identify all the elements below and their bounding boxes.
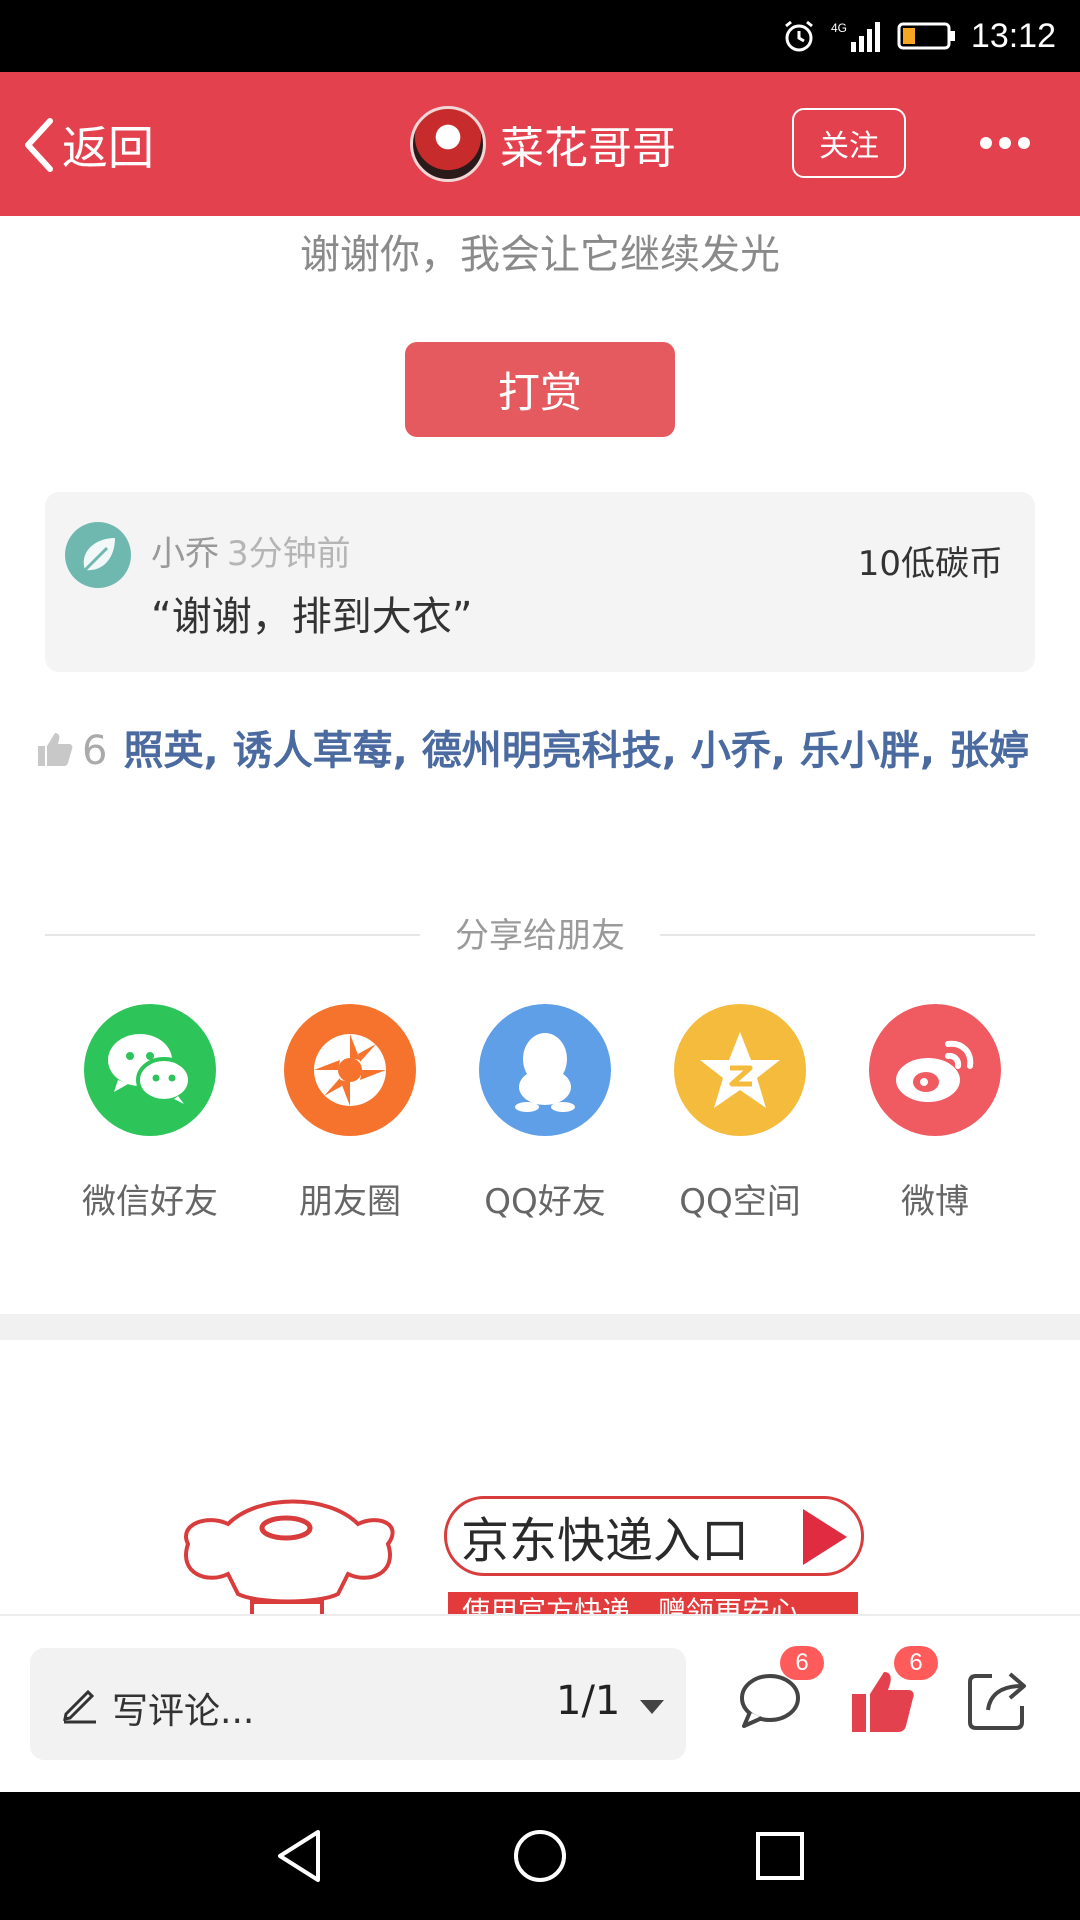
nav-home-icon[interactable]: [510, 1826, 570, 1886]
ad-banner[interactable]: 京东快递入口 使用官方快递，赠领更安心: [0, 1340, 1080, 1614]
comment-input[interactable]: 写评论... 1/1: [30, 1648, 686, 1760]
system-nav-bar: [0, 1792, 1080, 1920]
share-weibo-button[interactable]: 微博: [835, 1004, 1035, 1223]
reward-thanks-text: 谢谢你，我会让它继续发光: [300, 232, 780, 278]
ad-cta[interactable]: 京东快递入口: [444, 1496, 864, 1576]
pencil-icon: [63, 1689, 96, 1724]
more-dot: [980, 137, 992, 149]
thumbs-up-icon: [38, 733, 73, 766]
qq-icon[interactable]: [479, 1004, 611, 1136]
caret-down-icon[interactable]: [640, 1700, 664, 1714]
reward-button[interactable]: 打赏: [405, 342, 675, 437]
share-label: 朋友圈: [299, 1182, 401, 1222]
share-label: QQ空间: [679, 1182, 801, 1222]
share-options: 微信好友 朋友圈 QQ好友 QQ空间 微博: [0, 1004, 1080, 1244]
status-icons: 4G 13:12: [781, 0, 1056, 72]
more-dot: [999, 137, 1011, 149]
clock: 13:12: [970, 16, 1056, 55]
nav-recents-icon[interactable]: [750, 1826, 810, 1886]
more-options-icon[interactable]: [980, 134, 1030, 152]
share-title-text: 分享给朋友: [435, 916, 645, 956]
author-name[interactable]: 菜花哥哥: [500, 112, 676, 176]
author-avatar[interactable]: [410, 106, 486, 182]
likers-names[interactable]: 照英, 诱人草莓, 德州明亮科技, 小乔, 乐小胖, 张婷: [123, 728, 1029, 774]
more-dot: [1018, 137, 1030, 149]
likes-list: 6 照英, 诱人草莓, 德州明亮科技, 小乔, 乐小胖, 张婷: [36, 720, 1046, 782]
battery-icon: [897, 22, 955, 50]
weibo-icon[interactable]: [869, 1004, 1001, 1136]
share-label: QQ好友: [484, 1182, 606, 1222]
bottom-action-bar: 写评论... 1/1 6 6: [0, 1614, 1080, 1792]
jd-mascot-icon: [184, 1499, 395, 1614]
status-bar: 4G 13:12: [0, 0, 1080, 72]
share-title: 分享给朋友: [45, 908, 1035, 957]
moments-icon[interactable]: [284, 1004, 416, 1136]
comments-button[interactable]: 6: [734, 1646, 824, 1736]
play-arrow-icon: [803, 1509, 847, 1565]
share-qzone-button[interactable]: QQ空间: [640, 1004, 840, 1223]
ad-subtitle: 使用官方快递，赠领更安心: [448, 1592, 858, 1614]
back-button[interactable]: 返回: [20, 112, 154, 178]
chevron-left-icon: [25, 118, 53, 172]
qzone-icon[interactable]: [674, 1004, 806, 1136]
section-separator: [0, 1314, 1080, 1340]
like-count-badge: 6: [894, 1646, 938, 1680]
signal-icon: 4G: [831, 21, 880, 52]
rewarder-avatar[interactable]: [65, 522, 131, 588]
reward-amount: 10低碳币: [857, 544, 1003, 584]
reward-message: “谢谢，排到大衣”: [151, 594, 473, 640]
share-moments-button[interactable]: 朋友圈: [250, 1004, 450, 1223]
share-icon: [968, 1672, 1026, 1730]
share-wechat-button[interactable]: 微信好友: [50, 1004, 250, 1223]
network-label: 4G: [831, 21, 847, 35]
comment-placeholder: 写评论...: [112, 1691, 255, 1732]
back-label: 返回: [62, 121, 154, 175]
share-label: 微信好友: [82, 1182, 218, 1222]
top-bar: 返回 菜花哥哥 关注: [0, 72, 1080, 216]
reward-time: 3分钟前: [227, 534, 351, 574]
page-indicator[interactable]: 1/1: [556, 1678, 620, 1724]
like-count: 6: [82, 728, 108, 774]
comment-count-badge: 6: [780, 1646, 824, 1680]
wechat-icon[interactable]: [84, 1004, 216, 1136]
share-button[interactable]: [962, 1666, 1032, 1736]
share-label: 微博: [901, 1182, 969, 1222]
like-button[interactable]: 6: [848, 1646, 938, 1736]
share-divider: 分享给朋友: [45, 908, 1035, 958]
nav-back-icon[interactable]: [270, 1826, 330, 1886]
alarm-icon: [784, 20, 813, 52]
reward-record-card: 小乔 3分钟前 10低碳币 “谢谢，排到大衣”: [45, 492, 1035, 672]
rewarder-meta: 小乔 3分钟前: [151, 526, 351, 575]
leaf-icon: [83, 538, 115, 572]
share-qq-button[interactable]: QQ好友: [445, 1004, 645, 1223]
ad-title: 京东快递入口: [461, 1513, 750, 1569]
author-info[interactable]: 菜花哥哥: [410, 106, 676, 182]
follow-button[interactable]: 关注: [792, 108, 906, 178]
rewarder-name[interactable]: 小乔: [151, 534, 219, 574]
